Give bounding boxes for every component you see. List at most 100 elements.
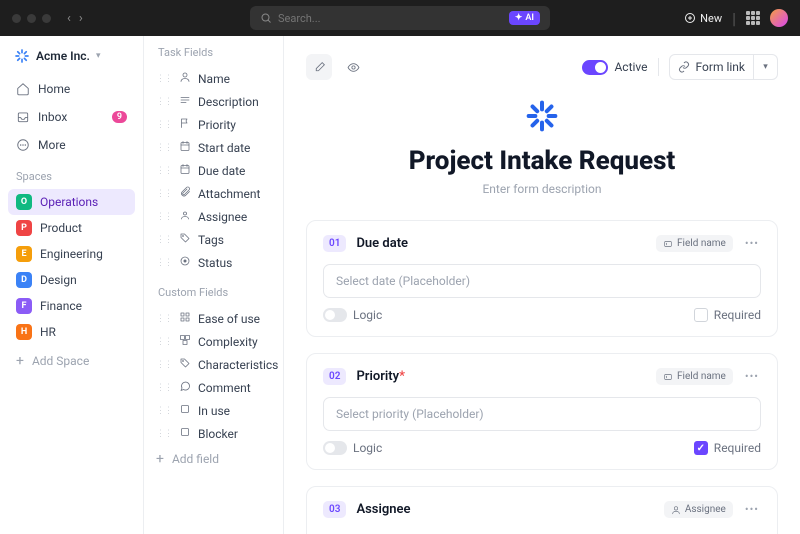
add-space-button[interactable]: + Add Space [8,347,135,375]
nav-label: Home [38,82,70,96]
new-button[interactable]: New [684,12,722,25]
custom-fields-heading: Custom Fields [152,276,275,305]
logic-toggle[interactable]: Logic [323,308,382,322]
search-input[interactable] [278,12,503,25]
ai-badge[interactable]: ✦ AI [509,11,540,25]
form-title[interactable]: Project Intake Request [306,146,778,176]
space-label: Design [40,273,77,287]
field-ease-of-use[interactable]: ⋮⋮Ease of use [152,307,275,330]
field-attachment[interactable]: ⋮⋮Attachment [152,182,275,205]
space-icon: F [16,298,32,314]
tag-icon [179,232,191,247]
field-title[interactable]: Assignee [356,502,653,517]
spaces-heading: Spaces [8,160,135,187]
field-blocker[interactable]: ⋮⋮Blocker [152,422,275,445]
field-start-date[interactable]: ⋮⋮Start date [152,136,275,159]
space-icon: D [16,272,32,288]
nav-back-icon[interactable]: ‹ [67,11,71,26]
nav-more[interactable]: More [8,132,135,158]
nav-inbox[interactable]: Inbox 9 [8,104,135,130]
field-name-chip[interactable]: Assignee [664,501,733,518]
field-complexity[interactable]: ⋮⋮Complexity [152,330,275,353]
form-link-button[interactable]: Form link [669,54,754,80]
form-builder-canvas: Active Form link ▾ Project Intake Reques… [284,36,800,534]
lines-icon [179,94,191,109]
required-checkbox[interactable]: Required [694,441,761,455]
field-assignee[interactable]: ⋮⋮Assignee [152,205,275,228]
avatar[interactable] [770,9,788,27]
field-status[interactable]: ⋮⋮Status [152,251,275,274]
field-name-chip[interactable]: Field name [656,235,733,252]
form-link-dropdown[interactable]: ▾ [754,54,778,80]
field-number-badge: 02 [323,368,346,385]
field-name-chip[interactable]: Field name [656,368,733,385]
workspace-logo-icon [14,48,30,64]
form-link-label: Form link [696,60,745,74]
link-icon [678,61,690,73]
nav-home[interactable]: Home [8,76,135,102]
sidebar-space-engineering[interactable]: EEngineering [8,241,135,267]
plus-icon: + [156,451,164,467]
drag-handle-icon: ⋮⋮ [156,258,172,268]
field-label: Assignee [198,210,247,224]
workspace-switcher[interactable]: Acme Inc. ▾ [8,44,135,68]
space-label: HR [40,325,56,339]
grid-icon [179,311,191,326]
field-label: Comment [198,381,251,395]
sidebar-space-hr[interactable]: HHR [8,319,135,345]
field-label: Priority [198,118,236,132]
chat-icon [179,380,191,395]
required-checkbox[interactable]: Required [694,308,761,322]
preview-mode-button[interactable] [340,54,366,80]
paperclip-icon [179,186,191,201]
window-controls[interactable] [12,14,51,23]
active-label: Active [614,60,647,74]
field-description[interactable]: ⋮⋮Description [152,90,275,113]
field-comment[interactable]: ⋮⋮ Comment [152,376,275,399]
field-label: Blocker [198,427,238,441]
field-title[interactable]: Due date [356,236,646,251]
edit-mode-button[interactable] [306,54,332,80]
sidebar-space-finance[interactable]: FFinance [8,293,135,319]
field-more-menu[interactable]: ••• [743,370,761,383]
field-title[interactable]: Priority* [356,369,646,384]
drag-handle-icon: ⋮⋮ [156,143,172,153]
nav-label: More [38,138,66,152]
space-label: Engineering [40,247,103,261]
sidebar-space-product[interactable]: PProduct [8,215,135,241]
field-name[interactable]: ⋮⋮Name [152,67,275,90]
primary-sidebar: Acme Inc. ▾ Home Inbox 9 More Spaces OOp… [0,36,144,534]
space-icon: O [16,194,32,210]
form-field-card[interactable]: 02 Priority* Field name ••• Select priority … [306,353,778,470]
chevron-down-icon: ▾ [763,62,768,72]
field-characteristics[interactable]: ⋮⋮Characteristics [152,353,275,376]
logic-toggle[interactable]: Logic [323,441,382,455]
form-field-card[interactable]: 03AssigneeAssignee••• [306,486,778,534]
field-priority[interactable]: ⋮⋮ Priority [152,113,275,136]
nav-forward-icon[interactable]: › [79,11,83,26]
field-more-menu[interactable]: ••• [743,503,761,516]
space-label: Product [40,221,82,235]
drag-handle-icon: ⋮⋮ [156,383,172,393]
form-subtitle[interactable]: Enter form description [306,182,778,196]
field-due-date[interactable]: ⋮⋮Due date [152,159,275,182]
drag-handle-icon: ⋮⋮ [156,120,172,130]
field-placeholder-input[interactable]: Select priority (Placeholder) [323,397,761,431]
apps-icon[interactable] [746,11,760,25]
field-in-use[interactable]: ⋮⋮In use [152,399,275,422]
field-more-menu[interactable]: ••• [743,237,761,250]
drag-handle-icon: ⋮⋮ [156,74,172,84]
add-field-button[interactable]: + Add field [152,447,275,471]
active-toggle[interactable]: Active [582,60,647,75]
drag-handle-icon: ⋮⋮ [156,406,172,416]
field-label: Characteristics [198,358,278,372]
workspace-name: Acme Inc. [36,49,90,63]
search-icon [260,12,272,24]
global-search[interactable]: ✦ AI [250,6,550,30]
sidebar-space-operations[interactable]: OOperations [8,189,135,215]
field-tags[interactable]: ⋮⋮Tags [152,228,275,251]
field-placeholder-input[interactable]: Select date (Placeholder) [323,264,761,298]
form-field-card[interactable]: 01Due dateField name•••Select date (Plac… [306,220,778,337]
box-icon [179,426,191,441]
sidebar-space-design[interactable]: D Design [8,267,135,293]
